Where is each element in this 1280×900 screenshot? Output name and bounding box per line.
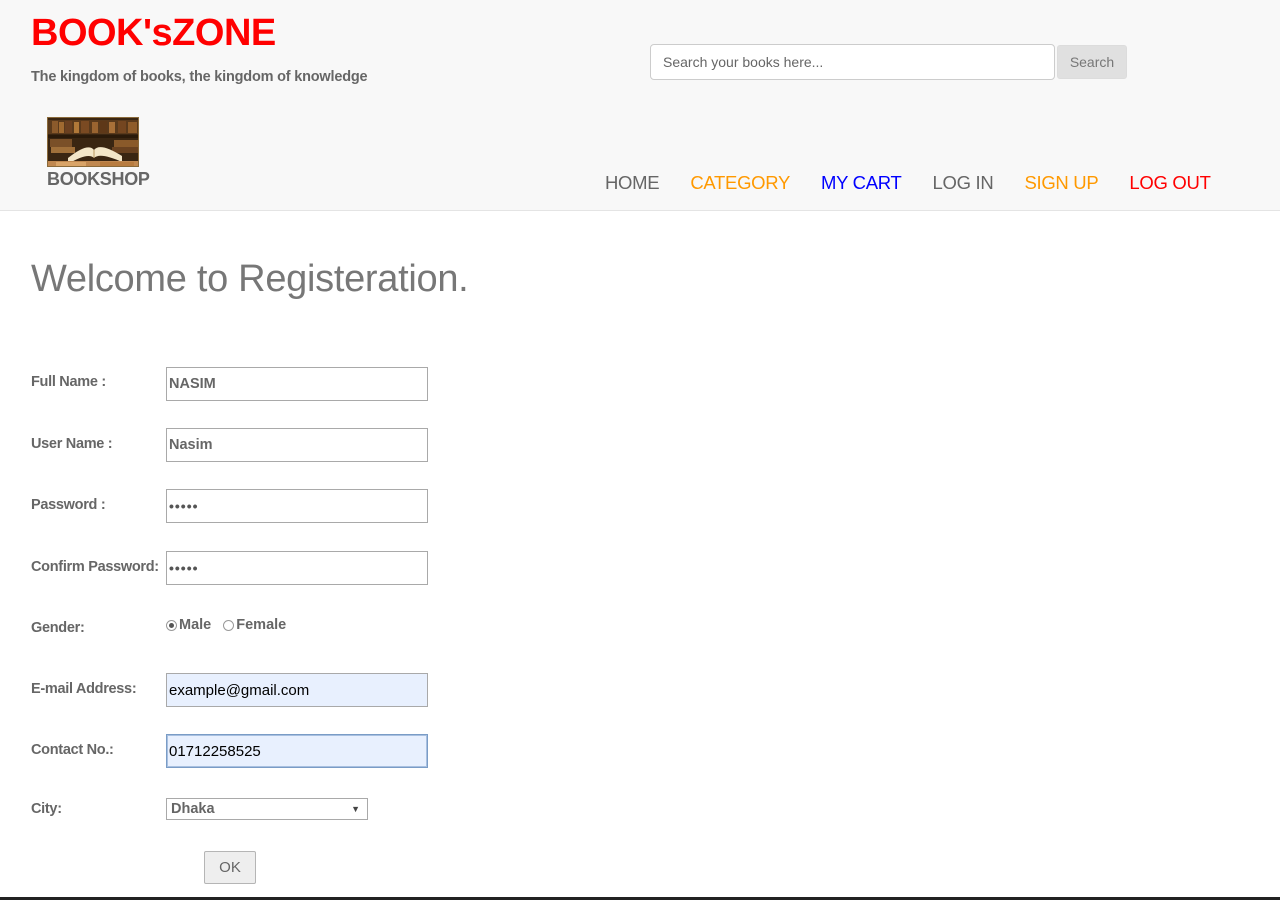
nav-home[interactable]: HOME <box>605 172 660 194</box>
gender-radio-group: Male Female <box>166 617 286 633</box>
chevron-down-icon: ▼ <box>351 804 360 814</box>
user-name-field[interactable] <box>166 428 428 462</box>
gender-male-label[interactable]: Male <box>179 617 211 633</box>
nav-log-in[interactable]: LOG IN <box>933 172 994 194</box>
bookshop-logo-image[interactable] <box>47 117 139 167</box>
city-selected-value: Dhaka <box>171 801 215 817</box>
confirm-password-field[interactable] <box>166 551 428 585</box>
gender-female-label[interactable]: Female <box>236 617 286 633</box>
password-label: Password : <box>31 497 106 513</box>
email-field[interactable] <box>166 673 428 707</box>
confirm-password-label: Confirm Password: <box>31 559 159 575</box>
full-name-field[interactable] <box>166 367 428 401</box>
gender-label: Gender: <box>31 620 85 636</box>
email-label: E-mail Address: <box>31 681 137 697</box>
contact-field[interactable] <box>166 734 428 768</box>
main-nav: HOME CATEGORY MY CART LOG IN SIGN UP LOG… <box>605 172 1242 194</box>
city-label: City: <box>31 801 62 817</box>
password-field[interactable] <box>166 489 428 523</box>
user-name-label: User Name : <box>31 436 113 452</box>
search-input[interactable] <box>650 44 1055 80</box>
full-name-label: Full Name : <box>31 374 106 390</box>
search-button[interactable]: Search <box>1057 45 1127 79</box>
ok-button[interactable]: OK <box>204 851 256 884</box>
gender-female-radio[interactable] <box>223 619 235 631</box>
contact-label: Contact No.: <box>31 742 114 758</box>
nav-my-cart[interactable]: MY CART <box>821 172 902 194</box>
city-select[interactable]: Dhaka ▼ <box>166 798 368 820</box>
site-header: BOOK'sZONE The kingdom of books, the kin… <box>0 0 1280 211</box>
nav-sign-up[interactable]: SIGN UP <box>1024 172 1098 194</box>
page-title: Welcome to Registeration. <box>31 258 469 300</box>
nav-category[interactable]: CATEGORY <box>690 172 790 194</box>
brand-label: BOOKSHOP <box>47 169 150 189</box>
site-tagline: The kingdom of books, the kingdom of kno… <box>31 69 368 85</box>
site-title[interactable]: BOOK'sZONE <box>31 12 276 55</box>
gender-male-radio[interactable] <box>166 619 177 631</box>
nav-log-out[interactable]: LOG OUT <box>1129 172 1210 194</box>
